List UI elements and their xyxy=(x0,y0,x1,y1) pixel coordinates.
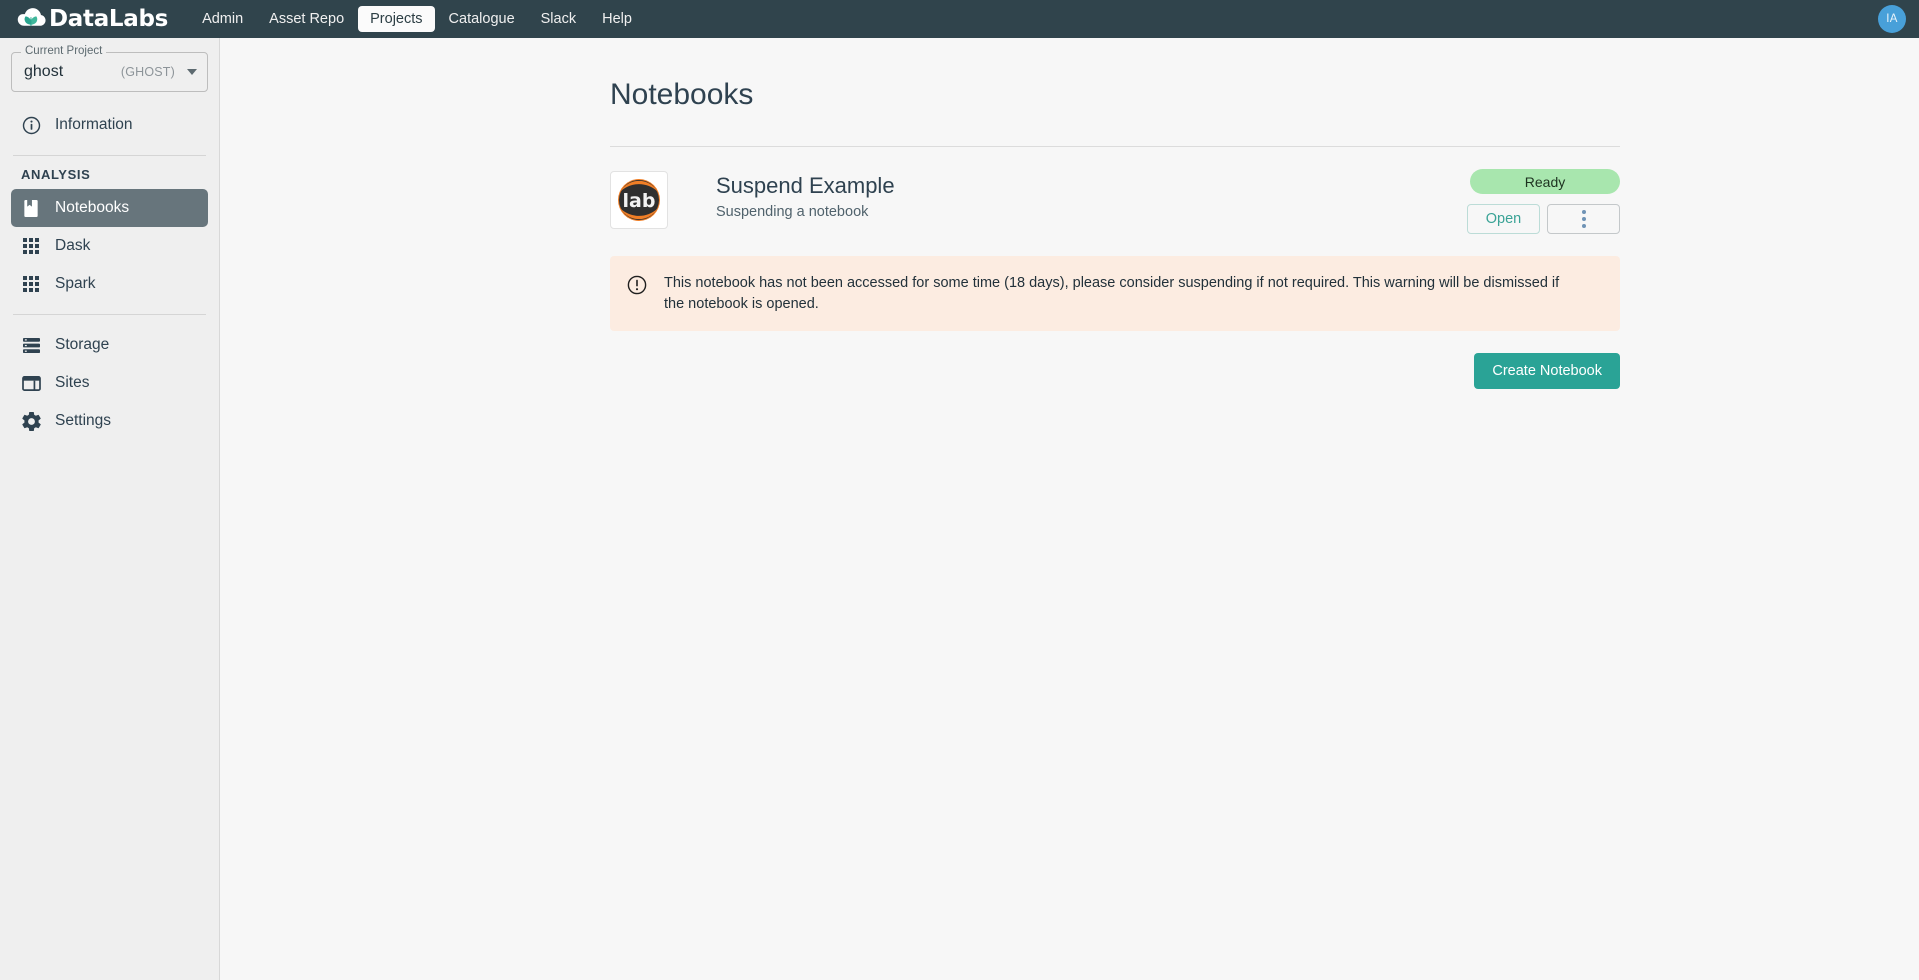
sidebar-item-label-settings: Settings xyxy=(55,412,112,429)
page-title: Notebooks xyxy=(610,78,754,111)
notebook-name: Suspend Example xyxy=(716,173,895,198)
gear-icon xyxy=(21,411,41,431)
top-navigation-bar: DataLabs Admin Asset Repo Projects Catal… xyxy=(0,0,1919,38)
alert-message: This notebook has not been accessed for … xyxy=(664,275,1560,312)
nav-item-asset-repo[interactable]: Asset Repo xyxy=(257,6,356,32)
sidebar-item-dask[interactable]: Dask xyxy=(11,227,208,265)
brand-name: DataLabs xyxy=(49,6,169,32)
notebook-list-item: lab Suspend Example Suspending a noteboo… xyxy=(610,169,1620,234)
footer-actions: Create Notebook xyxy=(610,353,1620,390)
grid-dots-icon xyxy=(21,274,41,294)
sidebar-item-label-information: Information xyxy=(55,116,133,133)
sidebar-item-information[interactable]: Information xyxy=(11,106,208,144)
notebook-button-group: Open xyxy=(1467,204,1620,234)
sidebar-item-settings[interactable]: Settings xyxy=(11,402,208,440)
brand-logo-link[interactable]: DataLabs xyxy=(16,5,168,33)
nav-item-slack[interactable]: Slack xyxy=(529,6,588,32)
exclamation-circle-icon xyxy=(627,275,647,300)
chevron-down-icon xyxy=(187,69,197,75)
storage-icon xyxy=(21,335,41,355)
current-project-select[interactable]: Current Project ghost (GHOST) xyxy=(11,45,208,92)
notebook-actions: Ready Open xyxy=(1467,169,1620,234)
notebook-description: Suspending a notebook xyxy=(716,204,869,220)
sidebar-section-analysis: ANALYSIS xyxy=(21,167,91,182)
jupyterlab-logo: lab xyxy=(610,171,668,229)
sidebar-item-label-spark: Spark xyxy=(55,275,96,292)
book-icon xyxy=(21,198,41,218)
info-circle-icon xyxy=(21,115,41,135)
sidebar: Current Project ghost (GHOST) Informatio… xyxy=(0,38,220,980)
sidebar-item-label-notebooks: Notebooks xyxy=(55,199,130,216)
nav-item-help[interactable]: Help xyxy=(590,6,644,32)
create-notebook-button[interactable]: Create Notebook xyxy=(1474,353,1620,390)
sidebar-item-label-sites: Sites xyxy=(55,374,90,391)
current-project-legend: Current Project xyxy=(21,45,107,57)
current-project-code: (GHOST) xyxy=(120,65,175,79)
cloud-leaf-logo xyxy=(17,8,46,27)
open-button[interactable]: Open xyxy=(1467,204,1540,234)
nav-item-projects[interactable]: Projects xyxy=(358,6,435,32)
sidebar-item-notebooks[interactable]: Notebooks xyxy=(11,189,208,227)
sidebar-item-label-storage: Storage xyxy=(55,336,110,353)
sidebar-divider-1 xyxy=(13,155,206,156)
sites-icon xyxy=(21,373,41,393)
sidebar-item-label-dask: Dask xyxy=(55,237,91,254)
more-options-button[interactable] xyxy=(1547,204,1620,234)
notebook-info: Suspend Example Suspending a notebook xyxy=(716,169,895,220)
main-nav: Admin Asset Repo Projects Catalogue Slac… xyxy=(190,6,644,32)
nav-item-admin[interactable]: Admin xyxy=(190,6,255,32)
inactivity-warning-alert: This notebook has not been accessed for … xyxy=(610,256,1620,332)
sidebar-item-storage[interactable]: Storage xyxy=(11,326,208,364)
content-divider xyxy=(610,146,1620,147)
status-badge: Ready xyxy=(1470,169,1620,194)
svg-text:lab: lab xyxy=(623,190,656,212)
user-avatar[interactable]: IA xyxy=(1878,5,1906,33)
sidebar-divider-2 xyxy=(13,314,206,315)
sidebar-item-spark[interactable]: Spark xyxy=(11,265,208,303)
app-shell: Current Project ghost (GHOST) Informatio… xyxy=(0,38,1919,980)
nav-item-catalogue[interactable]: Catalogue xyxy=(437,6,527,32)
grid-dots-icon xyxy=(21,236,41,256)
sidebar-item-sites[interactable]: Sites xyxy=(11,364,208,402)
kebab-menu-icon xyxy=(1581,210,1586,228)
main-content: Notebooks lab Suspend Example Suspending… xyxy=(220,38,1919,980)
current-project-name: ghost xyxy=(24,63,64,80)
